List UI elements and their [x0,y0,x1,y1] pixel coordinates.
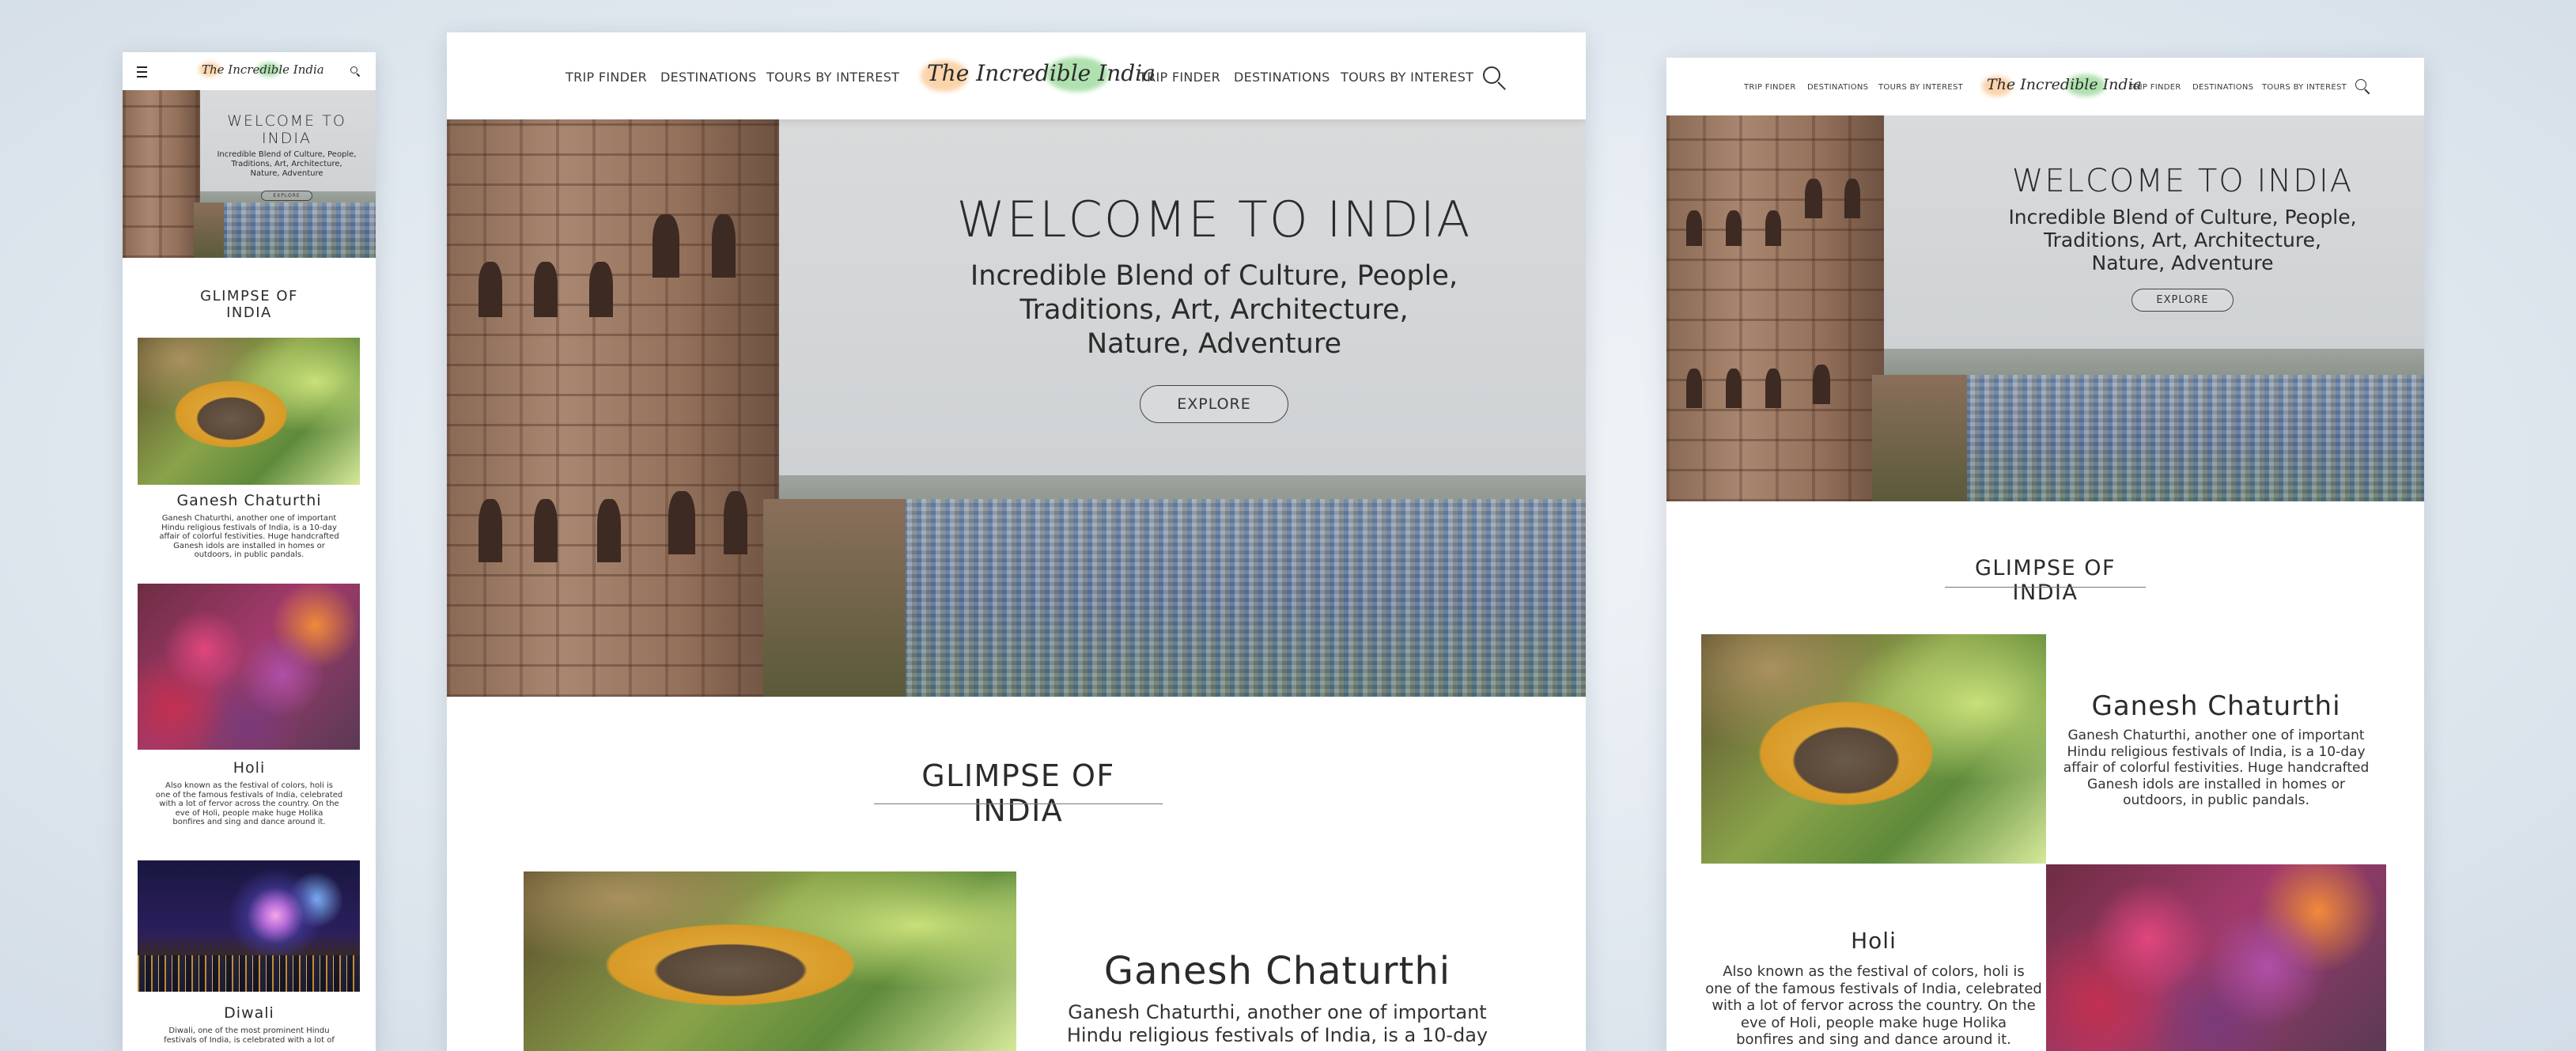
nav-destinations-right[interactable]: DESTINATIONS [1234,70,1330,85]
nav-trip-finder-right[interactable]: TRIP FINDER [2129,83,2181,92]
logo[interactable]: The Incredible India [199,62,324,77]
explore-button[interactable]: EXPLORE [2132,289,2234,312]
nav-trip-finder[interactable]: TRIP FINDER [566,70,647,85]
nav-destinations[interactable]: DESTINATIONS [660,70,757,85]
nav-destinations[interactable]: DESTINATIONS [1807,83,1868,92]
hero-banner: WELCOME TO INDIA Incredible Blend of Cul… [447,119,1586,697]
festival-title: Holi [233,759,266,777]
festival-title: Holi [1851,928,1897,954]
logo[interactable]: The Incredible India [1982,74,2142,96]
hero-subtitle: Incredible Blend of Culture, People, Tra… [2008,206,2357,274]
festival-title: Ganesh Chaturthi [176,492,322,509]
search-icon-handle [1497,81,1506,90]
festival-description: Diwali, one of the most prominent Hindu f… [164,1026,335,1045]
search-icon[interactable] [2355,79,2370,95]
ganesh-photo [1701,634,2046,864]
hero-title: WELCOME TO INDIA [227,112,346,147]
festival-title: Ganesh Chaturthi [1103,949,1451,993]
nav-tours-by-interest[interactable]: TOURS BY INTEREST [1878,83,1963,92]
section-title: GLIMPSE OF INDIA [874,758,1163,828]
section-title: GLIMPSE OF INDIA [1945,556,2146,605]
desktop-navbar: TRIP FINDER DESTINATIONS TOURS BY INTERE… [447,32,1586,119]
explore-button[interactable]: EXPLORE [1140,385,1288,423]
diwali-photo [138,860,360,992]
ganesh-photo [138,338,360,485]
nav-tours-by-interest[interactable]: TOURS BY INTEREST [766,70,899,85]
ganesh-photo [524,871,1016,1051]
festival-description: Also known as the festival of colors, ho… [1705,963,2042,1048]
search-icon-handle [356,73,361,78]
tablet-mockup: TRIP FINDER DESTINATIONS TOURS BY INTERE… [1666,58,2424,1051]
logo[interactable]: The Incredible India [921,57,1156,92]
hero-title: WELCOME TO INDIA [956,191,1472,248]
search-icon-handle [2364,89,2370,95]
hamburger-menu-icon[interactable] [137,66,147,78]
festival-description: Ganesh Chaturthi, another one of importa… [2063,728,2370,808]
hero-title: WELCOME TO INDIA [2011,163,2354,199]
tablet-navbar: TRIP FINDER DESTINATIONS TOURS BY INTERE… [1666,58,2424,115]
festival-title: Ganesh Chaturthi [2091,690,2341,722]
mobile-navbar: The Incredible India [123,52,376,90]
nav-destinations-right[interactable]: DESTINATIONS [2192,83,2253,92]
fort-image [123,90,200,258]
desktop-mockup: TRIP FINDER DESTINATIONS TOURS BY INTERE… [447,32,1586,1051]
nav-trip-finder-right[interactable]: TRIP FINDER [1139,70,1220,85]
holi-photo [2046,864,2386,1051]
mobile-mockup: The Incredible India WELCOME TO INDIA In… [123,52,376,1051]
explore-button[interactable]: EXPLORE [261,191,312,201]
hero-subtitle: Incredible Blend of Culture, People, Tra… [217,150,357,178]
hero-banner: WELCOME TO INDIA Incredible Blend of Cul… [123,90,376,258]
section-title: GLIMPSE OF INDIA [200,288,298,321]
fort-image [447,119,779,697]
nav-tours-by-interest-right[interactable]: TOURS BY INTEREST [2262,83,2347,92]
nav-trip-finder[interactable]: TRIP FINDER [1744,83,1796,92]
festival-description: Ganesh Chaturthi, another one of importa… [159,514,339,559]
festival-title: Diwali [224,1004,274,1022]
nav-tours-by-interest-right[interactable]: TOURS BY INTEREST [1341,70,1473,85]
festival-description: Also known as the festival of colors, ho… [155,781,343,826]
hero-banner: WELCOME TO INDIA Incredible Blend of Cul… [1666,115,2424,501]
search-icon[interactable] [350,66,361,78]
festival-description: Ganesh Chaturthi, another one of importa… [1066,1001,1488,1046]
search-icon[interactable] [1483,66,1506,90]
hero-subtitle: Incredible Blend of Culture, People, Tra… [970,260,1458,360]
fort-image [1666,115,1884,501]
holi-photo [138,584,360,750]
